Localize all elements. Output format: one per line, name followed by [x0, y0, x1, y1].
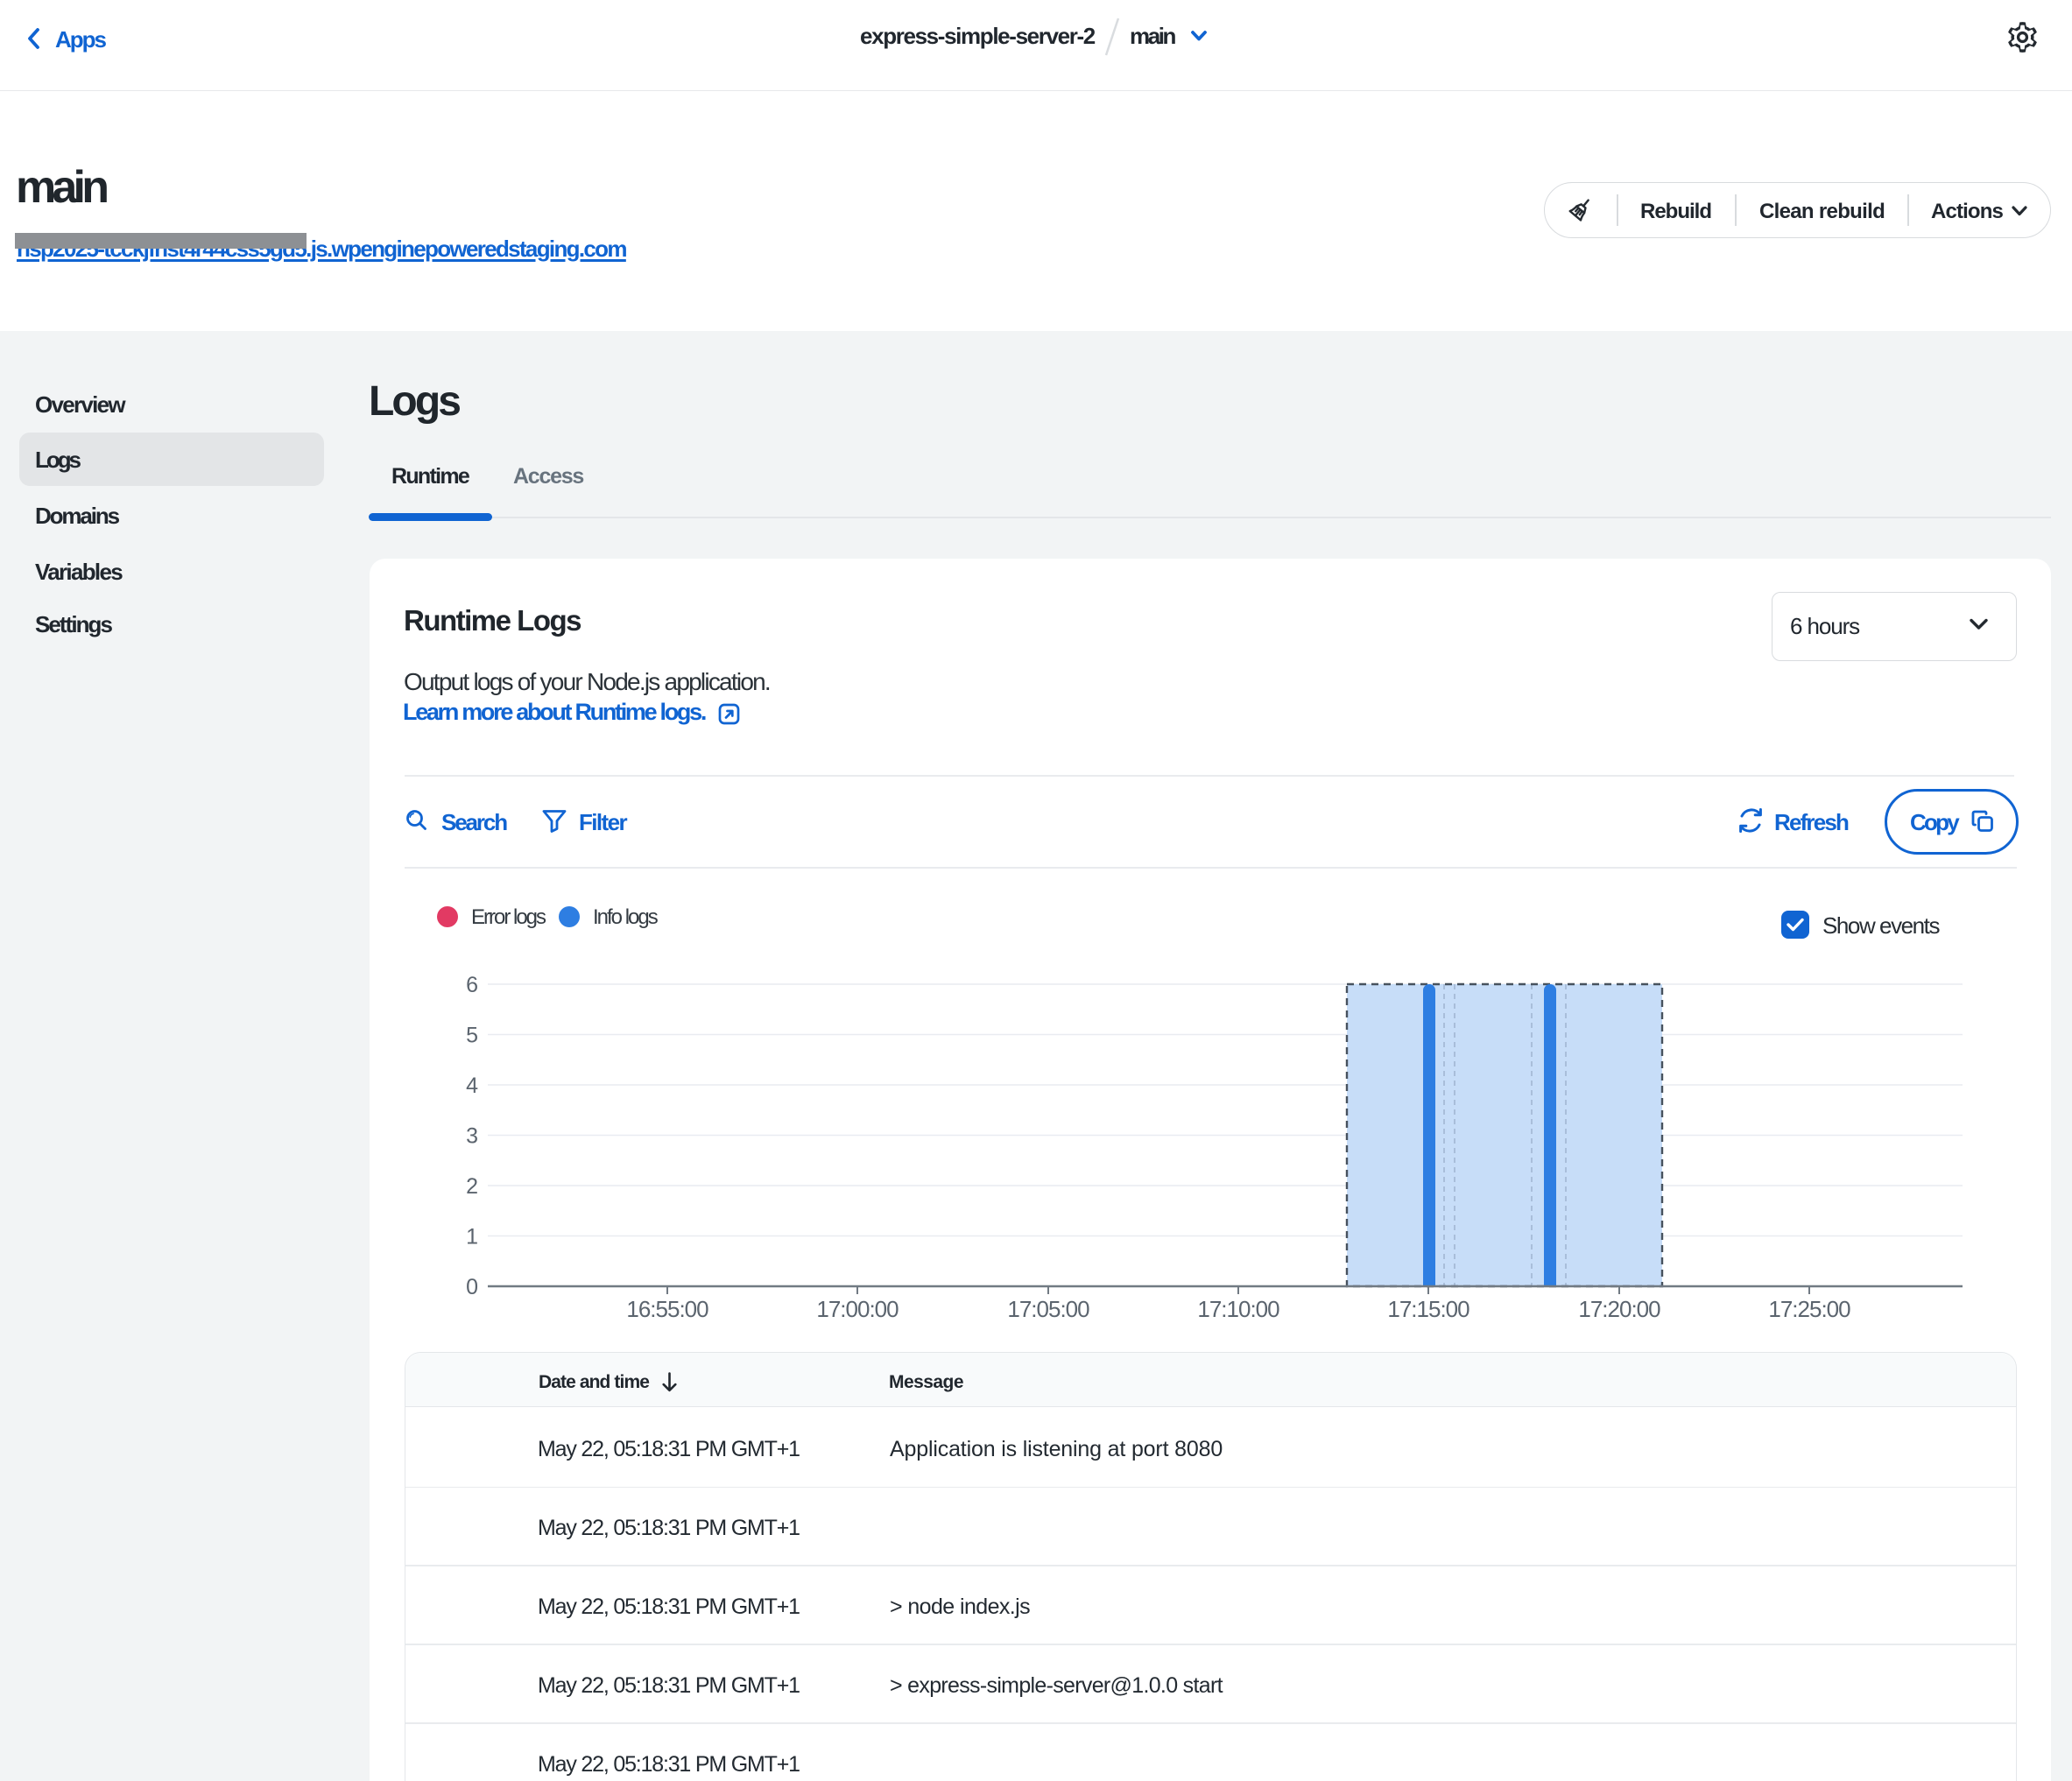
- svg-text:17:25:00: 17:25:00: [1768, 1296, 1850, 1322]
- svg-text:17:20:00: 17:20:00: [1578, 1296, 1660, 1322]
- svg-text:3: 3: [466, 1124, 478, 1149]
- svg-text:6: 6: [466, 973, 478, 997]
- svg-text:17:10:00: 17:10:00: [1197, 1296, 1279, 1322]
- svg-text:16:55:00: 16:55:00: [626, 1296, 708, 1322]
- svg-text:4: 4: [466, 1074, 478, 1098]
- svg-text:17:05:00: 17:05:00: [1007, 1296, 1089, 1322]
- svg-text:17:00:00: 17:00:00: [816, 1296, 899, 1322]
- svg-text:0: 0: [466, 1275, 478, 1299]
- svg-text:2: 2: [466, 1174, 478, 1199]
- svg-text:17:15:00: 17:15:00: [1387, 1296, 1469, 1322]
- svg-text:5: 5: [466, 1024, 478, 1048]
- svg-text:1: 1: [466, 1225, 478, 1250]
